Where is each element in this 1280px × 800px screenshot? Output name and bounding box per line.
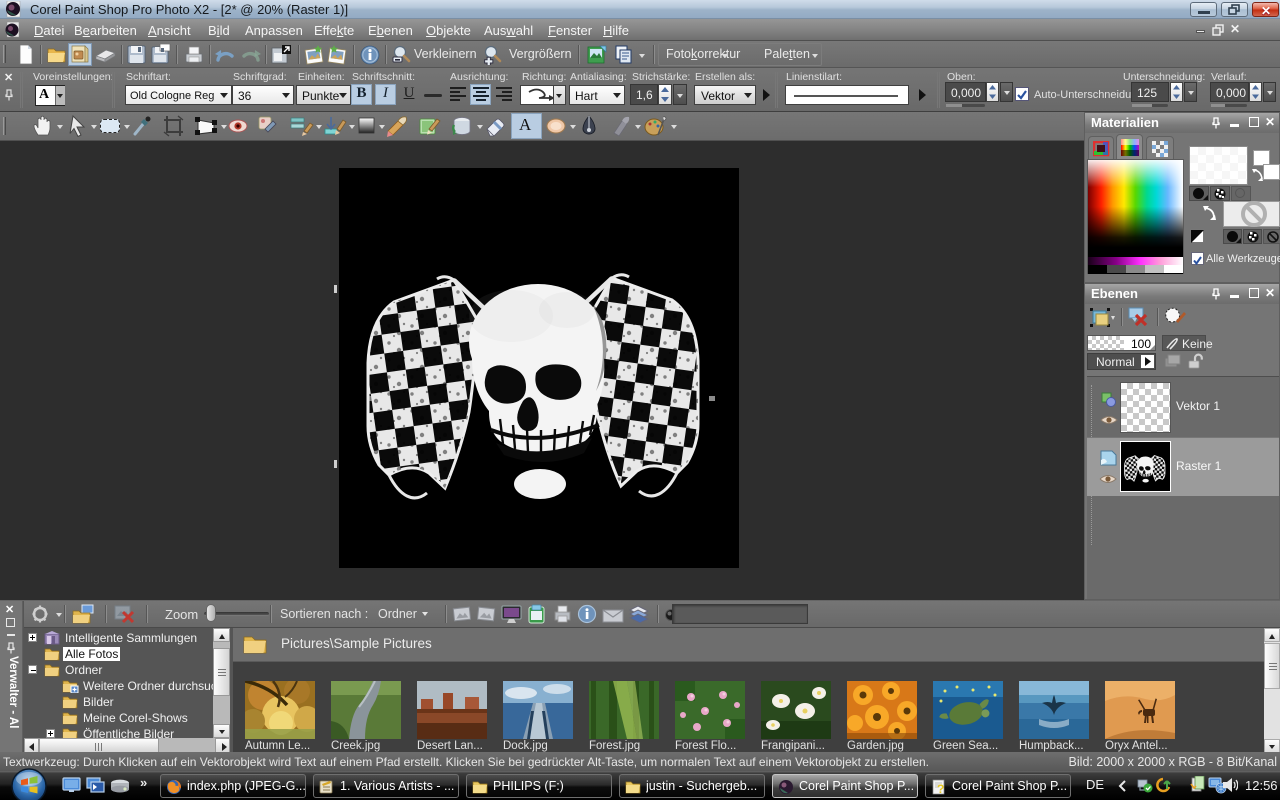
svg-text:?: ?	[937, 782, 944, 795]
